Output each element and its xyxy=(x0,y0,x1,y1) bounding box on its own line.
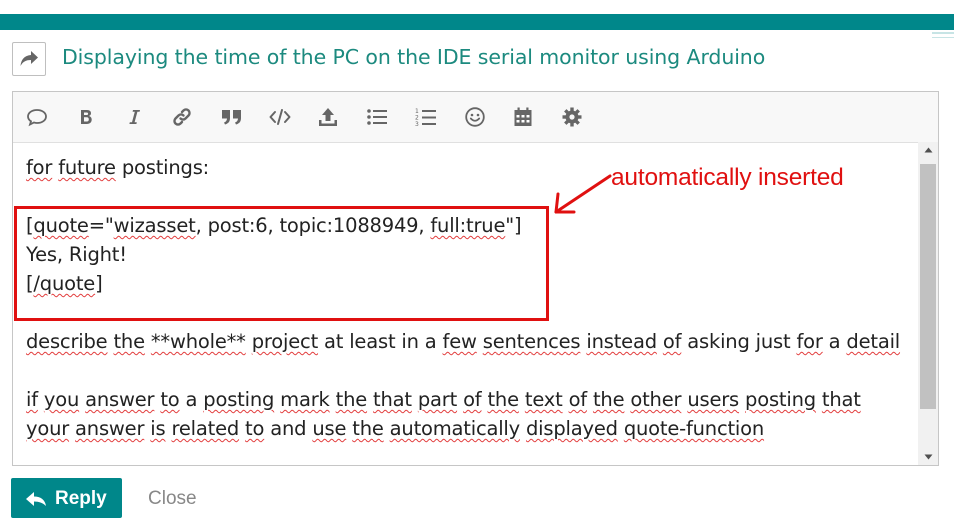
annotation-label: automatically inserted xyxy=(611,164,844,191)
svg-text:3: 3 xyxy=(415,121,419,127)
quote-icon[interactable] xyxy=(219,105,245,129)
annotation-arrow-icon xyxy=(554,174,612,214)
scrollbar-thumb[interactable] xyxy=(920,164,936,409)
top-strip xyxy=(0,0,954,14)
link-icon[interactable] xyxy=(169,105,195,129)
resize-grip-icon[interactable] xyxy=(932,32,954,40)
composer-header-bar[interactable] xyxy=(0,14,954,38)
gear-icon[interactable] xyxy=(559,105,585,129)
editor-toolbar: 123 xyxy=(13,92,938,143)
reply-button-label: Reply xyxy=(55,488,107,509)
text-line xyxy=(26,356,916,385)
italic-icon[interactable] xyxy=(121,105,147,129)
text-line: describe the **whole** project at least … xyxy=(26,330,901,353)
close-link[interactable]: Close xyxy=(148,488,197,510)
bold-icon[interactable] xyxy=(73,105,99,129)
text-line: your answer is related to and use the au… xyxy=(26,417,765,440)
numbered-list-icon[interactable]: 123 xyxy=(413,105,439,129)
text-line: if you answer to a posting mark the that… xyxy=(26,388,861,411)
bullet-list-icon[interactable] xyxy=(364,105,390,129)
reply-arrow-icon xyxy=(26,492,46,506)
upload-icon[interactable] xyxy=(315,105,341,129)
reply-button[interactable]: Reply xyxy=(11,478,122,518)
editor-scrollbar[interactable] xyxy=(918,142,938,465)
smiley-icon[interactable] xyxy=(462,105,488,129)
scroll-up-arrow-icon[interactable] xyxy=(918,142,938,158)
annotation-highlight-box xyxy=(14,206,549,321)
code-icon[interactable] xyxy=(267,105,293,129)
share-arrow-icon[interactable] xyxy=(12,42,46,76)
topic-title[interactable]: Displaying the time of the PC on the IDE… xyxy=(62,45,765,69)
speech-bubble-icon[interactable] xyxy=(24,105,50,129)
scroll-down-arrow-icon[interactable] xyxy=(918,449,938,465)
calendar-icon[interactable] xyxy=(510,105,536,129)
